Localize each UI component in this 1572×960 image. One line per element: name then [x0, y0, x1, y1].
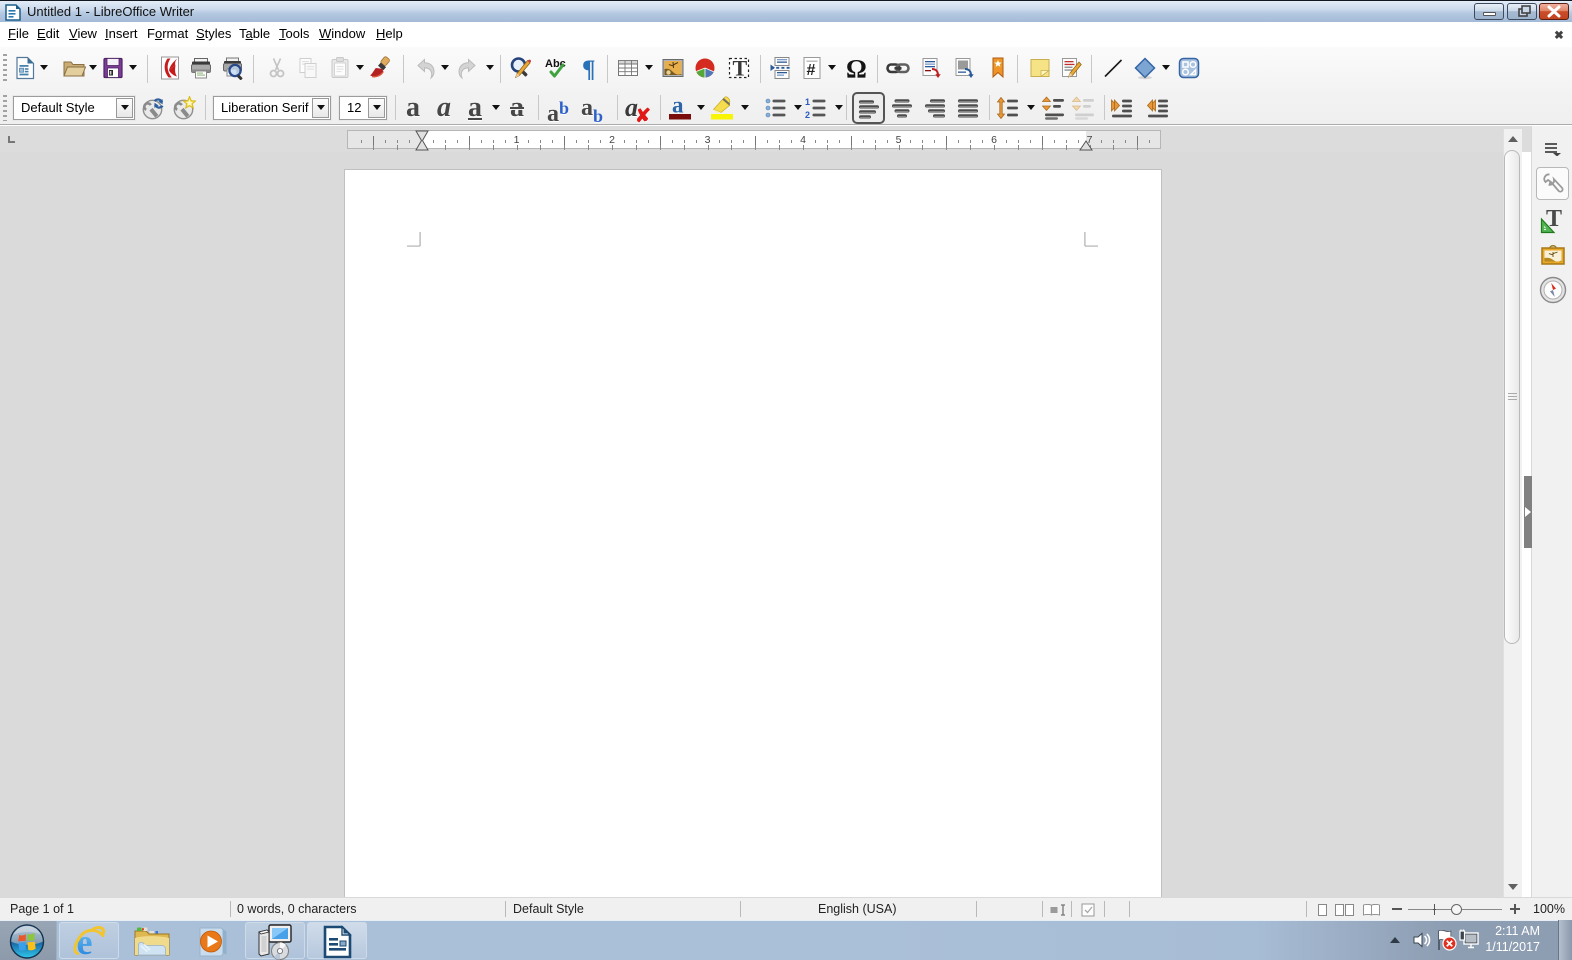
svg-text:Ω: Ω [846, 56, 867, 80]
svg-text:1: 1 [805, 97, 810, 107]
svg-text:2: 2 [805, 110, 810, 120]
svg-text:#: # [807, 62, 816, 79]
svg-text:T: T [733, 56, 748, 80]
svg-text:¶: ¶ [582, 56, 596, 80]
